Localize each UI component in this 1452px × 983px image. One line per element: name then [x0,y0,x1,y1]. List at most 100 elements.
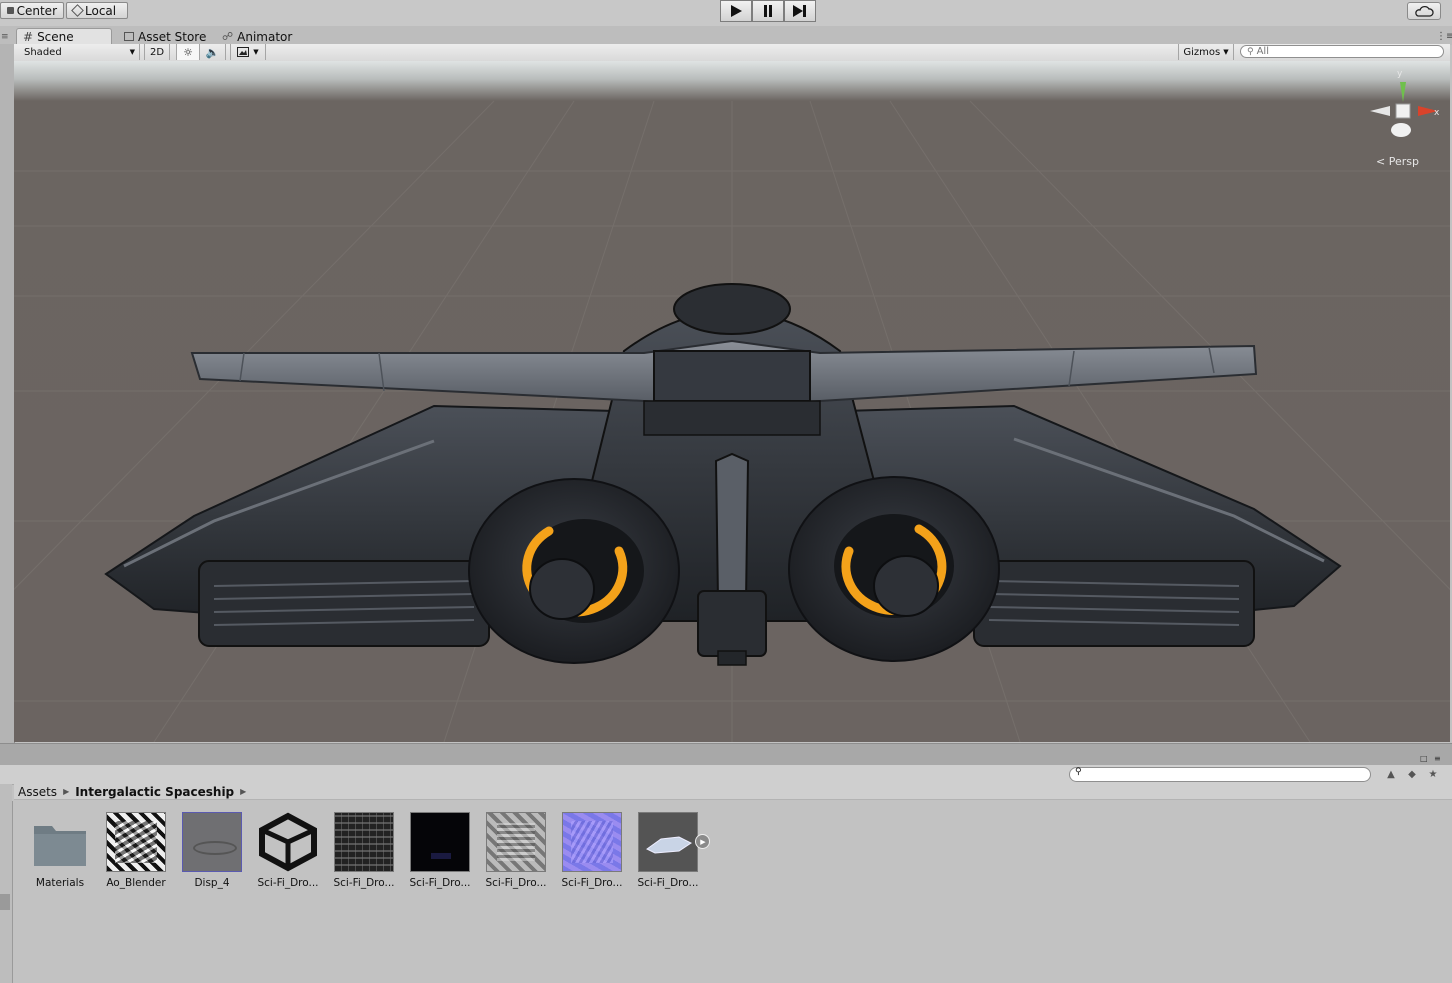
gizmos-label: Gizmos [1183,46,1221,58]
breadcrumb-arrow-icon: ▶ [63,787,70,796]
tab-asset-store[interactable]: Asset Store [118,28,212,45]
texture-thumbnail [486,812,546,872]
filter-by-label-button[interactable]: ◆ [1403,767,1421,781]
pivot-local-button[interactable]: Local [66,2,128,19]
asset-item[interactable]: Disp_4 [177,812,247,889]
play-button[interactable] [720,0,752,22]
expand-asset-button[interactable]: ▶ [695,834,710,849]
editor-tab-row: ≡ # Scene Asset Store ☍ Animator ⋮≡ [0,26,1452,45]
scene-search-input[interactable]: ⚲ All [1240,45,1444,58]
search-icon: ⚲ [1075,767,1082,777]
cube-icon [71,4,84,17]
tab-animator-label: Animator [237,29,293,44]
pause-icon [764,5,772,17]
play-icon [731,5,742,17]
left-panel-gutter [0,44,15,744]
breadcrumb-arrow-icon: ▶ [240,787,247,796]
lock-icon[interactable]: □ [1420,754,1428,763]
effects-dropdown[interactable]: ▼ [230,44,266,60]
asset-label: Materials [35,877,85,889]
texture-thumbnail [182,812,242,872]
step-icon [793,5,806,17]
cloud-button[interactable] [1407,2,1441,20]
tab-animator[interactable]: ☍ Animator [216,28,298,45]
axis-y-label: y [1397,69,1403,79]
gizmos-dropdown[interactable]: Gizmos ▼ [1178,44,1234,60]
tag-icon: ◆ [1408,768,1416,780]
panel-menu-icon[interactable]: ⋮≡ [1436,31,1452,42]
panel-splitter[interactable]: □ ≡ [0,743,1452,766]
grid-icon: # [23,30,34,44]
axis-gizmo-icon: y x [1370,69,1440,137]
gutter-scroll-handle[interactable] [0,894,10,910]
texture-thumbnail [562,812,622,872]
projection-label: Persp [1388,155,1419,168]
audio-toggle[interactable]: 🔈 [200,44,226,60]
chevron-left-icon: < [1376,155,1386,168]
asset-item[interactable]: Sci-Fi_Dro... [329,812,399,889]
asset-item[interactable]: Sci-Fi_Dro... [405,812,475,889]
texture-thumbnail [410,812,470,872]
asset-item[interactable]: Sci-Fi_Dro... [253,812,323,889]
tab-asset-store-label: Asset Store [138,29,207,44]
scene-toolbar: Shaded ▼ 2D ☼ 🔈 ▼ Gizmos ▼ ⚲ All [14,44,1450,62]
lighting-toggle[interactable]: ☼ [176,44,200,60]
axis-x-label: x [1434,108,1440,118]
step-button[interactable] [784,0,816,22]
mode-2d-label: 2D [149,46,165,58]
tab-scene-label: Scene [37,30,74,44]
shading-mode-value: Shaded [24,46,62,58]
pivot-icon [7,7,14,14]
image-icon [237,47,250,57]
search-icon: ⚲ [1247,46,1254,57]
playback-controls [720,0,816,22]
dropdown-arrow-icon: ▼ [253,48,259,56]
asset-item[interactable]: Sci-Fi_Dro... [557,812,627,889]
asset-item[interactable]: Ao_Blender [101,812,171,889]
star-icon: ★ [1428,768,1438,780]
folder-icon [30,812,90,872]
speaker-icon: 🔈 [205,45,220,59]
project-toolbar: ⚲ ▲ ◆ ★ [0,765,1452,785]
asset-label: Sci-Fi_Dro... [333,877,395,889]
cloud-icon [1415,5,1434,17]
tab-menu-icon[interactable]: ≡ [1,32,9,42]
mesh-preview [638,812,698,872]
project-search-input[interactable]: ⚲ [1069,767,1371,782]
asset-label: Sci-Fi_Dro... [561,877,623,889]
pivot-center-label: Center [16,3,57,18]
pivot-local-label: Local [85,3,117,18]
sun-icon: ☼ [183,45,193,59]
asset-label: Sci-Fi_Dro... [257,877,319,889]
breadcrumb-assets[interactable]: Assets [18,785,57,799]
asset-item[interactable]: Materials [25,812,95,889]
orientation-gizmo[interactable]: y x [1360,66,1444,146]
breadcrumb: Assets ▶ Intergalactic Spaceship ▶ [14,784,1452,800]
main-toolbar: Center Local [0,0,1452,27]
pivot-center-button[interactable]: Center [0,2,64,19]
project-left-gutter [0,784,12,983]
panel-menu-icon[interactable]: ≡ [1434,754,1441,763]
asset-label: Sci-Fi_Dro... [485,877,547,889]
pause-button[interactable] [752,0,784,22]
breadcrumb-current[interactable]: Intergalactic Spaceship [75,785,234,799]
unity-logo-icon [258,812,318,872]
mode-2d-toggle[interactable]: 2D [144,44,170,60]
dropdown-arrow-icon: ▼ [129,48,135,56]
texture-thumbnail [334,812,394,872]
scene-viewport[interactable] [14,61,1450,742]
asset-item[interactable]: Sci-Fi_Dro... [481,812,551,889]
filter-by-type-button[interactable]: ▲ [1382,767,1400,781]
projection-toggle[interactable]: < Persp [1376,155,1419,168]
shapes-icon: ▲ [1387,768,1395,780]
shading-mode-dropdown[interactable]: Shaded ▼ [14,44,140,60]
favorites-button[interactable]: ★ [1424,767,1442,781]
asset-label: Ao_Blender [106,877,166,889]
asset-item[interactable]: Sci-Fi_Dro... [633,812,703,889]
asset-label: Sci-Fi_Dro... [637,877,699,889]
store-icon [124,32,134,41]
spaceship-model [104,283,1342,666]
tab-scene[interactable]: # Scene [16,28,112,45]
asset-label: Sci-Fi_Dro... [409,877,471,889]
texture-thumbnail [106,812,166,872]
